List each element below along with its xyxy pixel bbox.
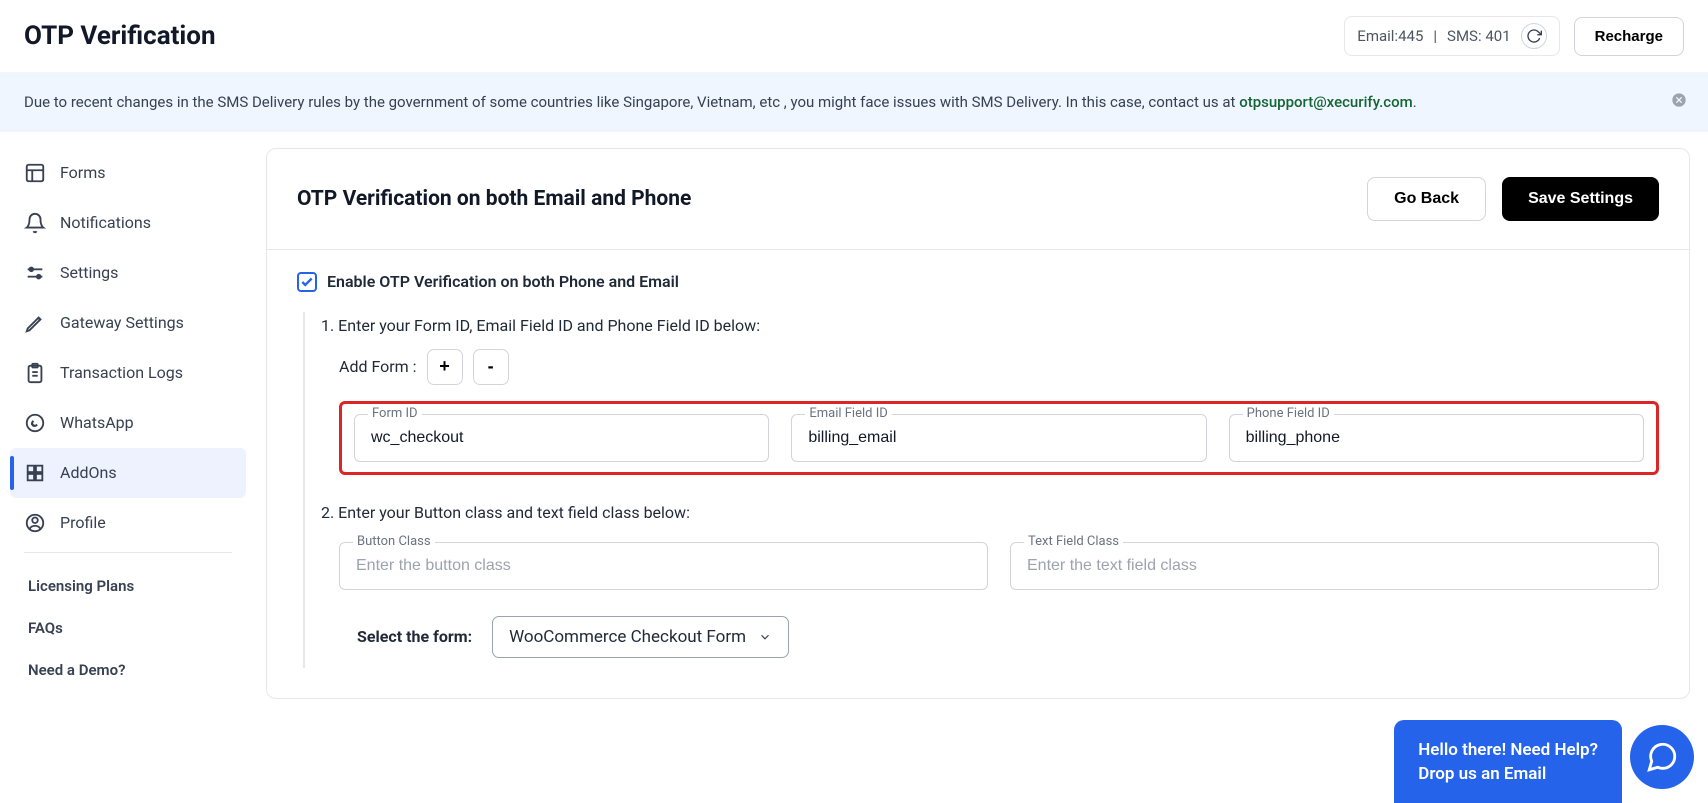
phone-field-input[interactable]: [1229, 414, 1644, 462]
sidebar: Forms Notifications Settings Gateway Set…: [0, 132, 260, 715]
button-class-label: Button Class: [353, 534, 435, 549]
sidebar-item-profile[interactable]: Profile: [10, 498, 246, 548]
help-line1: Hello there! Need Help?: [1418, 738, 1598, 763]
button-class-group: Button Class: [339, 542, 988, 590]
alert-text: Due to recent changes in the SMS Deliver…: [24, 93, 1239, 111]
chat-icon: [1645, 740, 1679, 774]
card-title: OTP Verification on both Email and Phone: [297, 187, 691, 211]
help-line2: Drop us an Email: [1418, 762, 1598, 787]
user-icon: [24, 512, 46, 534]
text-class-label: Text Field Class: [1024, 534, 1123, 549]
sidebar-item-gateway[interactable]: Gateway Settings: [10, 298, 246, 348]
top-header: OTP Verification Email:445 | SMS: 401 Re…: [0, 0, 1708, 73]
grid-icon: [24, 462, 46, 484]
email-field-group: Email Field ID: [791, 414, 1206, 462]
enable-label: Enable OTP Verification on both Phone an…: [327, 272, 679, 291]
card-body: Enable OTP Verification on both Phone an…: [267, 250, 1689, 698]
enable-checkbox[interactable]: [297, 272, 317, 292]
refresh-icon[interactable]: [1521, 23, 1547, 49]
go-back-button[interactable]: Go Back: [1367, 177, 1486, 221]
sliders-icon: [24, 262, 46, 284]
whatsapp-icon: [24, 412, 46, 434]
card-header: OTP Verification on both Email and Phone…: [267, 149, 1689, 250]
select-form-dropdown[interactable]: WooCommerce Checkout Form: [492, 616, 789, 658]
close-icon[interactable]: [1670, 91, 1688, 109]
chat-fab[interactable]: [1630, 725, 1694, 789]
sidebar-item-label: Forms: [60, 163, 106, 182]
page-title: OTP Verification: [24, 21, 216, 51]
phone-field-label: Phone Field ID: [1243, 406, 1334, 421]
credits-divider: |: [1433, 27, 1437, 45]
sidebar-item-label: Gateway Settings: [60, 313, 184, 332]
header-right: Email:445 | SMS: 401 Recharge: [1344, 16, 1684, 56]
sidebar-link-demo[interactable]: Need a Demo?: [10, 649, 246, 691]
sidebar-item-forms[interactable]: Forms: [10, 148, 246, 198]
text-class-input[interactable]: [1010, 542, 1659, 590]
sidebar-link-licensing[interactable]: Licensing Plans: [10, 565, 246, 607]
sidebar-item-whatsapp[interactable]: WhatsApp: [10, 398, 246, 448]
chevron-down-icon: [758, 630, 772, 644]
email-field-input[interactable]: [791, 414, 1206, 462]
sidebar-item-label: AddOns: [60, 463, 117, 482]
remove-form-button[interactable]: -: [473, 349, 509, 385]
form-section: 1. Enter your Form ID, Email Field ID an…: [303, 312, 1659, 668]
add-form-button[interactable]: +: [427, 349, 463, 385]
card-actions: Go Back Save Settings: [1367, 177, 1659, 221]
sidebar-divider: [24, 552, 232, 553]
form-fields-highlighted: Form ID Email Field ID Phone Field ID: [339, 401, 1659, 475]
class-inputs-row: Button Class Text Field Class: [339, 542, 1659, 590]
sidebar-item-logs[interactable]: Transaction Logs: [10, 348, 246, 398]
email-credits: Email:445: [1357, 27, 1423, 45]
form-id-group: Form ID: [354, 414, 769, 462]
content-area: OTP Verification on both Email and Phone…: [260, 132, 1708, 715]
content-card: OTP Verification on both Email and Phone…: [266, 148, 1690, 699]
main-layout: Forms Notifications Settings Gateway Set…: [0, 132, 1708, 715]
button-class-input[interactable]: [339, 542, 988, 590]
recharge-button[interactable]: Recharge: [1574, 17, 1684, 56]
sidebar-item-label: WhatsApp: [60, 413, 134, 432]
sidebar-item-label: Notifications: [60, 213, 151, 232]
form-id-label: Form ID: [368, 406, 422, 421]
email-field-label: Email Field ID: [805, 406, 891, 421]
step-1-text: 1. Enter your Form ID, Email Field ID an…: [321, 316, 1659, 335]
select-form-value: WooCommerce Checkout Form: [509, 627, 746, 647]
clipboard-icon: [24, 362, 46, 384]
add-form-row: Add Form : + -: [339, 349, 1659, 385]
credits-box: Email:445 | SMS: 401: [1344, 16, 1559, 56]
sidebar-link-faqs[interactable]: FAQs: [10, 607, 246, 649]
sidebar-item-addons[interactable]: AddOns: [10, 448, 246, 498]
enable-row: Enable OTP Verification on both Phone an…: [297, 272, 1659, 292]
select-form-label: Select the form:: [357, 627, 472, 646]
alert-banner: Due to recent changes in the SMS Deliver…: [0, 73, 1708, 132]
form-id-input[interactable]: [354, 414, 769, 462]
bell-icon: [24, 212, 46, 234]
select-form-row: Select the form: WooCommerce Checkout Fo…: [357, 616, 1659, 658]
add-form-label: Add Form :: [339, 357, 417, 376]
sidebar-item-notifications[interactable]: Notifications: [10, 198, 246, 248]
alert-email-link[interactable]: otpsupport@xecurify.com: [1239, 93, 1413, 111]
sms-credits: SMS: 401: [1447, 27, 1511, 45]
phone-field-group: Phone Field ID: [1229, 414, 1644, 462]
pen-icon: [24, 312, 46, 334]
sidebar-item-label: Transaction Logs: [60, 363, 183, 382]
save-settings-button[interactable]: Save Settings: [1502, 177, 1659, 221]
sidebar-item-label: Settings: [60, 263, 118, 282]
sidebar-item-settings[interactable]: Settings: [10, 248, 246, 298]
sidebar-item-label: Profile: [60, 513, 106, 532]
text-class-group: Text Field Class: [1010, 542, 1659, 590]
layout-icon: [24, 162, 46, 184]
step-2-text: 2. Enter your Button class and text fiel…: [321, 503, 1659, 522]
help-popup[interactable]: Hello there! Need Help? Drop us an Email: [1394, 720, 1622, 803]
